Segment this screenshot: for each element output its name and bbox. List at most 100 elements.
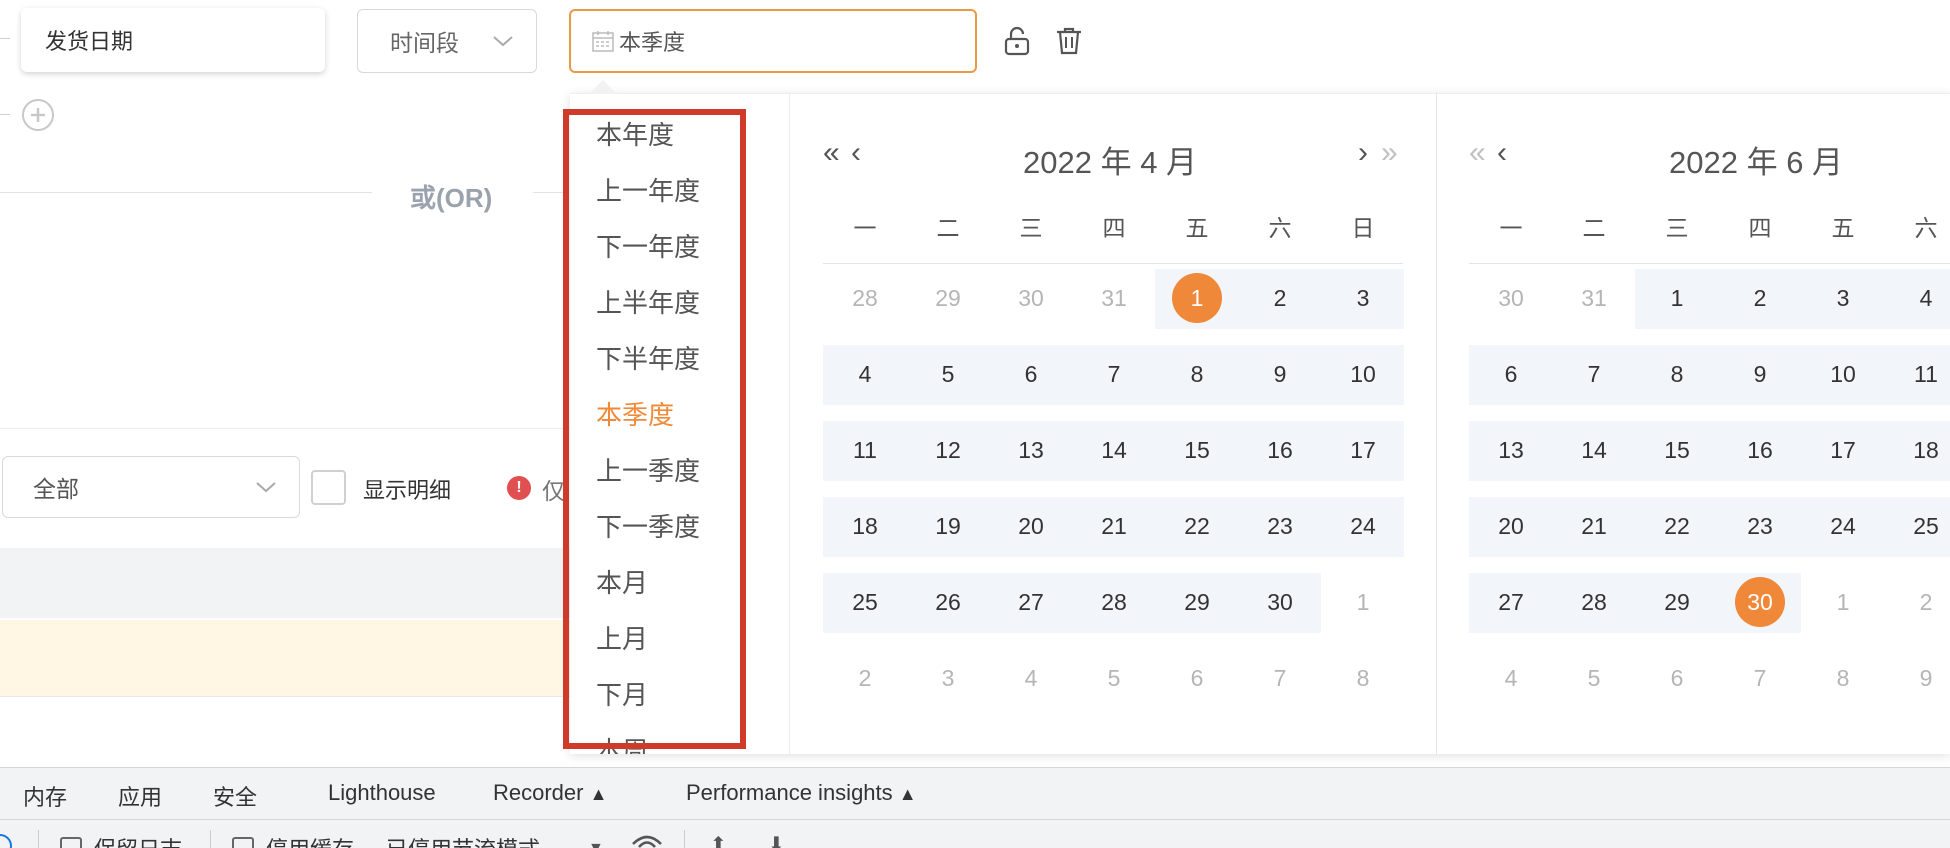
throttling-select[interactable]: 已停用节流模式 [386,832,540,848]
calendar-day[interactable]: 8 [1647,349,1707,399]
calendar-day[interactable]: 4 [835,349,895,399]
calendar-day[interactable]: 24 [1333,501,1393,551]
prev-month-icon[interactable]: ‹ [1497,136,1507,170]
calendar-day[interactable]: 2 [1730,273,1790,323]
calendar-day[interactable]: 16 [1250,425,1310,475]
delete-button[interactable] [1052,24,1086,58]
calendar-day[interactable]: 3 [1813,273,1873,323]
next-month-icon[interactable]: › [1358,136,1368,170]
prev-month-icon[interactable]: ‹ [851,136,861,170]
calendar-day[interactable]: 10 [1333,349,1393,399]
calendar-day[interactable]: 22 [1647,501,1707,551]
calendar-day[interactable]: 4 [1896,273,1950,323]
calendar-day[interactable]: 4 [1001,653,1061,703]
calendar-day[interactable]: 7 [1730,653,1790,703]
calendar-day[interactable]: 30 [1250,577,1310,627]
calendar-day[interactable]: 25 [835,577,895,627]
calendar-day[interactable]: 8 [1813,653,1873,703]
calendar-day[interactable]: 13 [1001,425,1061,475]
calendar-day[interactable]: 6 [1167,653,1227,703]
calendar-day[interactable]: 15 [1647,425,1707,475]
calendar-day[interactable]: 1 [1333,577,1393,627]
devtools-tab-recorder[interactable]: Recorder ▲ [493,780,607,806]
upload-icon[interactable]: ⬆ [710,832,727,848]
date-range-input[interactable]: 本季度 [569,9,977,73]
calendar-day[interactable]: 6 [1001,349,1061,399]
calendar-day[interactable]: 21 [1564,501,1624,551]
calendar-day[interactable]: 17 [1813,425,1873,475]
calendar-day[interactable]: 13 [1481,425,1541,475]
calendar-day[interactable]: 30 [1001,273,1061,323]
calendar-day[interactable]: 30 [1481,273,1541,323]
calendar-day[interactable]: 15 [1167,425,1227,475]
period-type-select[interactable]: 时间段 [357,9,537,73]
calendar-day[interactable]: 28 [1084,577,1144,627]
calendar-day[interactable]: 7 [1250,653,1310,703]
calendar-day[interactable]: 18 [835,501,895,551]
calendar-day[interactable]: 12 [918,425,978,475]
calendar-day[interactable]: 7 [1564,349,1624,399]
calendar-day[interactable]: 3 [918,653,978,703]
calendar-day[interactable]: 5 [1084,653,1144,703]
unlock-button[interactable] [1000,24,1034,58]
calendar-day[interactable]: 8 [1333,653,1393,703]
calendar-day[interactable]: 11 [1896,349,1950,399]
calendar-day[interactable]: 11 [835,425,895,475]
calendar-day[interactable]: 18 [1896,425,1950,475]
calendar-day[interactable]: 5 [918,349,978,399]
calendar-day[interactable]: 8 [1167,349,1227,399]
calendar-day[interactable]: 9 [1250,349,1310,399]
calendar-day[interactable]: 9 [1896,653,1950,703]
calendar-day[interactable]: 22 [1167,501,1227,551]
prev-year-icon[interactable]: « [823,136,840,170]
devtools-tab-security[interactable]: 安全 [213,780,257,812]
preserve-log-checkbox[interactable] [60,837,82,848]
calendar-day[interactable]: 1 [1813,577,1873,627]
calendar-day[interactable]: 3 [1333,273,1393,323]
calendar-day[interactable]: 14 [1084,425,1144,475]
calendar-day[interactable]: 21 [1084,501,1144,551]
calendar-day[interactable]: 7 [1084,349,1144,399]
devtools-tab-application[interactable]: 应用 [118,780,162,812]
caret-down-icon[interactable]: ▼ [588,840,604,848]
calendar-day[interactable]: 29 [1647,577,1707,627]
calendar-day[interactable]: 28 [835,273,895,323]
calendar-day[interactable]: 6 [1647,653,1707,703]
calendar-day[interactable]: 4 [1481,653,1541,703]
calendar-day[interactable]: 2 [1896,577,1950,627]
calendar-day[interactable]: 27 [1001,577,1061,627]
calendar-day[interactable]: 2 [1250,273,1310,323]
calendar-day[interactable]: 24 [1813,501,1873,551]
calendar-day[interactable]: 9 [1730,349,1790,399]
show-detail-checkbox[interactable] [311,470,346,505]
calendar-day[interactable]: 23 [1250,501,1310,551]
prev-year-icon[interactable]: « [1469,136,1486,170]
devtools-tab-memory[interactable]: 内存 [23,780,67,812]
calendar-day[interactable]: 2 [835,653,895,703]
calendar-day[interactable]: 19 [918,501,978,551]
wifi-icon[interactable] [630,832,664,848]
calendar-day[interactable]: 14 [1564,425,1624,475]
calendar-day[interactable]: 28 [1564,577,1624,627]
calendar-day[interactable]: 31 [1564,273,1624,323]
calendar-day[interactable]: 30 [1730,577,1790,627]
calendar-day[interactable]: 29 [1167,577,1227,627]
scope-select[interactable]: 全部 [2,456,300,518]
devtools-tab-lighthouse[interactable]: Lighthouse [328,780,436,806]
download-icon[interactable]: ⬇ [768,832,785,848]
calendar-day[interactable]: 1 [1647,273,1707,323]
calendar-day[interactable]: 27 [1481,577,1541,627]
add-condition-button[interactable] [22,99,54,131]
calendar-day[interactable]: 16 [1730,425,1790,475]
calendar-day[interactable]: 20 [1001,501,1061,551]
calendar-day[interactable]: 10 [1813,349,1873,399]
calendar-day[interactable]: 5 [1564,653,1624,703]
calendar-day[interactable]: 23 [1730,501,1790,551]
calendar-day[interactable]: 1 [1167,273,1227,323]
calendar-day[interactable]: 6 [1481,349,1541,399]
calendar-day[interactable]: 17 [1333,425,1393,475]
devtools-tab-performance-insights[interactable]: Performance insights ▲ [686,780,917,806]
calendar-day[interactable]: 31 [1084,273,1144,323]
calendar-day[interactable]: 26 [918,577,978,627]
calendar-day[interactable]: 29 [918,273,978,323]
